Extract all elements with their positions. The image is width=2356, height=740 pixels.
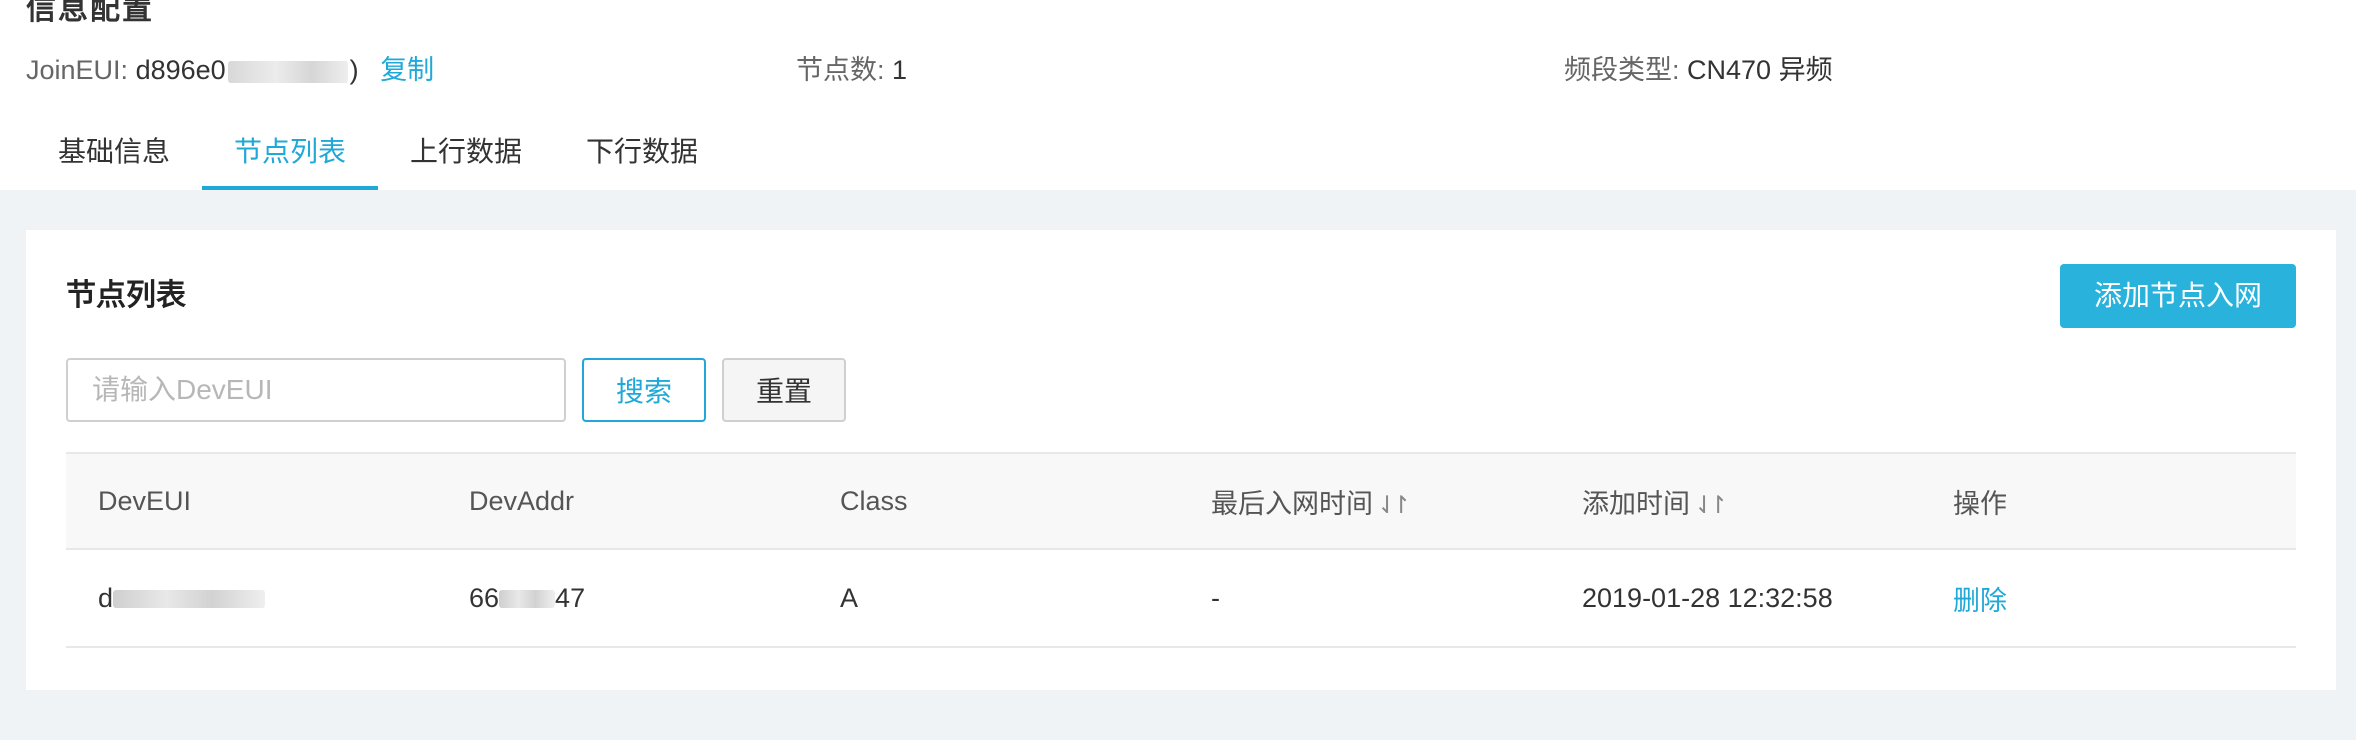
tab-uplink-data[interactable]: 上行数据 bbox=[378, 122, 554, 190]
join-eui-label: JoinEUI: bbox=[26, 55, 129, 85]
sort-icon[interactable]: ⇃↾ bbox=[1694, 492, 1728, 519]
tab-basic-info[interactable]: 基础信息 bbox=[26, 122, 202, 190]
node-table: DevEUI DevAddr Class 最后入网时间 ⇃↾ 添加时间 ⇃↾ 操作 … bbox=[66, 452, 2296, 648]
dev-addr-start: 66 bbox=[469, 582, 500, 613]
dev-eui-search-input[interactable] bbox=[66, 358, 566, 422]
node-count-value: 1 bbox=[892, 55, 908, 85]
search-button[interactable]: 搜索 bbox=[582, 358, 706, 422]
tab-downlink-data[interactable]: 下行数据 bbox=[554, 122, 730, 190]
dev-addr-cell: 66 47 bbox=[437, 583, 808, 614]
column-header-action: 操作 bbox=[1953, 488, 2007, 519]
added-time-cell: 2019-01-28 12:32:58 bbox=[1582, 582, 1833, 613]
dev-eui-cell: d bbox=[66, 583, 437, 614]
added-time-label: 添加时间 bbox=[1582, 488, 1690, 519]
page-title-partial: 信息配置 bbox=[26, 0, 154, 26]
table-header: DevEUI DevAddr Class 最后入网时间 ⇃↾ 添加时间 ⇃↾ 操作 bbox=[66, 452, 2296, 550]
tab-bar: 基础信息 节点列表 上行数据 下行数据 bbox=[26, 122, 730, 190]
copy-link[interactable]: 复制 bbox=[380, 55, 434, 85]
dev-eui-start: d bbox=[98, 582, 114, 613]
action-cell: 删除 bbox=[1921, 579, 2292, 618]
table-row: d 66 47 A - 2019-01-28 12:32:58 删除 bbox=[66, 550, 2296, 648]
tab-node-list[interactable]: 节点列表 bbox=[202, 122, 379, 190]
card-title: 节点列表 bbox=[66, 279, 186, 312]
column-header-class: Class bbox=[840, 485, 908, 516]
dev-addr-end: 47 bbox=[555, 582, 586, 613]
page-header: 信息配置 JoinEUI: d896e0) 复制 节点数: 1 频段类型: CN… bbox=[0, 0, 2356, 190]
redacted-mask bbox=[227, 60, 348, 83]
column-header-last-join[interactable]: 最后入网时间 ⇃↾ bbox=[1179, 482, 1550, 521]
last-join-cell: - bbox=[1211, 582, 1220, 613]
column-header-dev-addr: DevAddr bbox=[469, 485, 575, 516]
reset-button[interactable]: 重置 bbox=[722, 358, 846, 422]
last-join-label: 最后入网时间 bbox=[1211, 488, 1373, 519]
class-cell: A bbox=[840, 582, 859, 613]
band-type-label: 频段类型: bbox=[1564, 55, 1680, 85]
node-count-info: 节点数: 1 bbox=[796, 50, 907, 90]
sort-icon[interactable]: ⇃↾ bbox=[1377, 492, 1411, 519]
delete-link[interactable]: 删除 bbox=[1953, 586, 2007, 616]
column-header-added-time[interactable]: 添加时间 ⇃↾ bbox=[1550, 482, 1921, 521]
column-header-dev-eui: DevEUI bbox=[98, 485, 192, 516]
band-type-value: CN470 异频 bbox=[1687, 55, 1833, 85]
join-eui-value-end: ) bbox=[349, 55, 359, 85]
add-node-button[interactable]: 添加节点入网 bbox=[2060, 264, 2296, 328]
node-list-card: 节点列表 添加节点入网 搜索 重置 DevEUI DevAddr Class 最… bbox=[26, 230, 2336, 690]
join-eui-value-start: d896e0 bbox=[135, 55, 226, 85]
join-eui-info: JoinEUI: d896e0) 复制 bbox=[26, 50, 434, 90]
redacted-mask bbox=[499, 590, 556, 609]
band-type-info: 频段类型: CN470 异频 bbox=[1564, 50, 1833, 90]
node-count-label: 节点数: bbox=[796, 55, 885, 85]
redacted-mask bbox=[113, 590, 266, 609]
